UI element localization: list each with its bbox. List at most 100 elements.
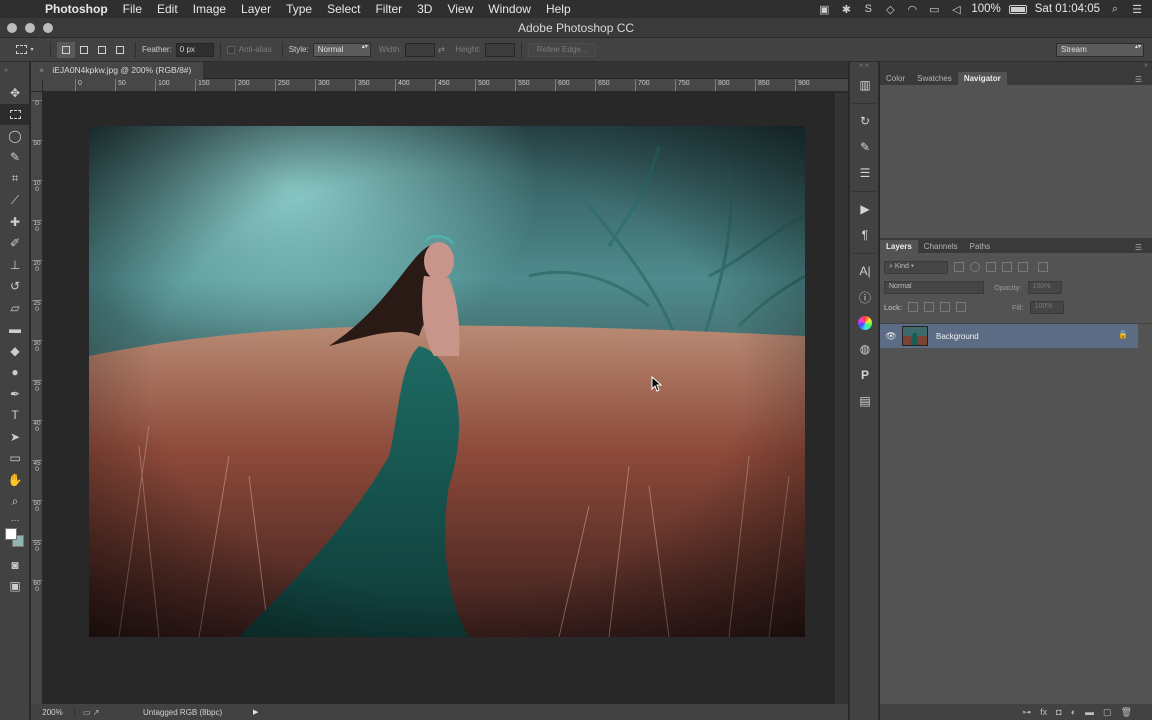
color-wheel-icon[interactable] [850,310,880,336]
rectangle-tool-icon[interactable]: ▭ [0,448,30,470]
lock-transparent-icon[interactable] [907,302,918,312]
crop-tool-icon[interactable]: ⌗ [0,168,30,190]
add-mask-icon[interactable]: ◘ [1056,707,1061,717]
panel-menu-icon[interactable]: ☰ [1129,73,1148,84]
quick-mask-icon[interactable]: ◙ [0,554,30,576]
canvas-pasteboard[interactable] [43,93,835,705]
brush-tool-icon[interactable]: ✐ [0,233,30,255]
paragraph-icon[interactable]: ¶ [850,222,880,248]
menu-app-photoshop[interactable]: Photoshop [42,0,116,18]
tab-navigator[interactable]: Navigator [957,72,1007,85]
info-icon[interactable]: ⓘ [850,284,880,310]
layer-thumbnail[interactable] [902,326,928,346]
panel-grip-icon[interactable]: » [880,62,1152,72]
display-icon[interactable]: ▭ [927,3,941,16]
plugin-p-icon[interactable]: P [850,362,880,388]
horizontal-ruler[interactable]: 0 50 100 150 200 250 300 350 400 450 500 550 600 650 7… [43,79,848,92]
layer-style-icon[interactable]: fx [1040,707,1047,717]
subtract-from-selection-button[interactable] [93,42,111,58]
adjustments-icon[interactable]: ☰ [850,160,880,186]
quick-selection-tool-icon[interactable]: ✎ [0,147,30,169]
tab-swatches[interactable]: Swatches [911,72,958,85]
type-tool-icon[interactable]: T [0,405,30,427]
workspace-select[interactable]: Stream [1056,42,1144,57]
volume-icon[interactable]: ◁ [949,3,963,16]
swap-dimensions-icon[interactable]: ⇄ [435,45,447,54]
panel-menu-icon[interactable]: ☰ [1129,241,1148,252]
document-image[interactable] [89,126,805,637]
delete-layer-icon[interactable]: 🗑 [1121,707,1132,718]
menu-select[interactable]: Select [320,0,368,18]
new-adjustment-layer-icon[interactable]: ◐ [1071,707,1076,717]
color-swatches[interactable] [0,524,30,554]
tool-preset-picker[interactable]: ▾ [6,41,44,59]
tab-paths[interactable]: Paths [964,240,996,253]
history-icon[interactable]: ↻ [850,108,880,134]
anti-alias-checkbox[interactable] [226,45,235,54]
pen-tool-icon[interactable]: ✒ [0,383,30,405]
blur-tool-icon[interactable]: ◆ [0,340,30,362]
skype-icon[interactable]: S [861,3,875,15]
move-tool-icon[interactable]: ✥ [0,82,30,104]
tool-presets-icon[interactable]: ▤ [850,388,880,414]
filter-kind-select[interactable]: ⌕ Kind ▾ [884,260,948,274]
zoom-tool-icon[interactable]: ⌕ [0,491,30,513]
histogram-icon[interactable]: ▥ [850,72,880,98]
tab-channels[interactable]: Channels [918,240,964,253]
menu-view[interactable]: View [440,0,481,18]
menu-help[interactable]: Help [539,0,579,18]
new-group-icon[interactable]: ▬ [1085,707,1094,717]
lock-all-icon[interactable] [955,302,966,312]
more-tools-icon[interactable]: … [0,512,30,524]
path-selection-tool-icon[interactable]: ➤ [0,426,30,448]
wifi-icon[interactable]: ◠ [905,3,919,16]
panel-grip-icon[interactable]: » [0,62,29,82]
notification-center-icon[interactable]: ☰ [1130,3,1144,16]
vertical-scrollbar[interactable] [835,93,848,705]
filter-pixel-icon[interactable] [954,262,964,272]
eyedropper-tool-icon[interactable]: ⟋ [0,190,30,212]
lasso-tool-icon[interactable]: ◯ [0,125,30,147]
width-input[interactable] [405,42,436,57]
battery-percent[interactable]: 100% [971,3,1000,15]
filter-shape-icon[interactable] [1002,262,1012,272]
actions-icon[interactable]: ▶ [850,196,880,222]
rectangular-marquee-tool-icon[interactable] [0,103,30,125]
lock-pixels-icon[interactable] [923,302,934,312]
lock-position-icon[interactable] [939,302,950,312]
healing-brush-tool-icon[interactable]: ✚ [0,211,30,233]
character-icon[interactable]: A| [850,258,880,284]
screen-mode-icon[interactable]: ▣ [0,576,30,598]
foreground-color-swatch[interactable] [5,528,17,540]
new-layer-icon[interactable]: ▢ [1103,707,1112,718]
eye-icon[interactable]: 👁 [880,331,902,342]
menu-image[interactable]: Image [186,0,234,18]
menu-filter[interactable]: Filter [368,0,410,18]
hand-tool-icon[interactable]: ✋ [0,469,30,491]
eraser-tool-icon[interactable]: ▱ [0,297,30,319]
panel-grip-icon[interactable]: « » [850,62,878,72]
add-to-selection-button[interactable] [75,42,93,58]
dodge-tool-icon[interactable]: ● [0,362,30,384]
menu-file[interactable]: File [116,0,150,18]
refine-edge-button[interactable]: Refine Edge... [527,42,597,57]
layer-row-background[interactable]: 👁 Background 🔒 [880,324,1138,348]
blend-mode-select[interactable]: Normal [884,280,984,294]
height-input[interactable] [484,42,515,57]
vertical-ruler[interactable]: 0 50 100 150 200 250 300 350 400 450 500 550 600 [31,92,43,704]
menu-3d[interactable]: 3D [410,0,440,18]
filter-type-icon[interactable] [986,262,996,272]
history-brush-tool-icon[interactable]: ↺ [0,276,30,298]
close-tab-icon[interactable]: × [39,65,44,75]
tab-layers[interactable]: Layers [880,240,918,253]
clock[interactable]: Sat 01:04:05 [1035,3,1100,15]
menu-edit[interactable]: Edit [150,0,186,18]
filter-adjustment-icon[interactable] [970,262,980,272]
clone-stamp-tool-icon[interactable]: ⊥ [0,254,30,276]
link-layers-icon[interactable]: ⊶ [1022,707,1031,718]
gear-status-icon[interactable]: ✱ [839,3,853,16]
filter-toggle-icon[interactable] [1038,262,1048,272]
brush-presets-icon[interactable]: ✎ [850,134,880,160]
menu-layer[interactable]: Layer [234,0,279,18]
spotlight-search-icon[interactable]: ⌕ [1108,3,1122,16]
